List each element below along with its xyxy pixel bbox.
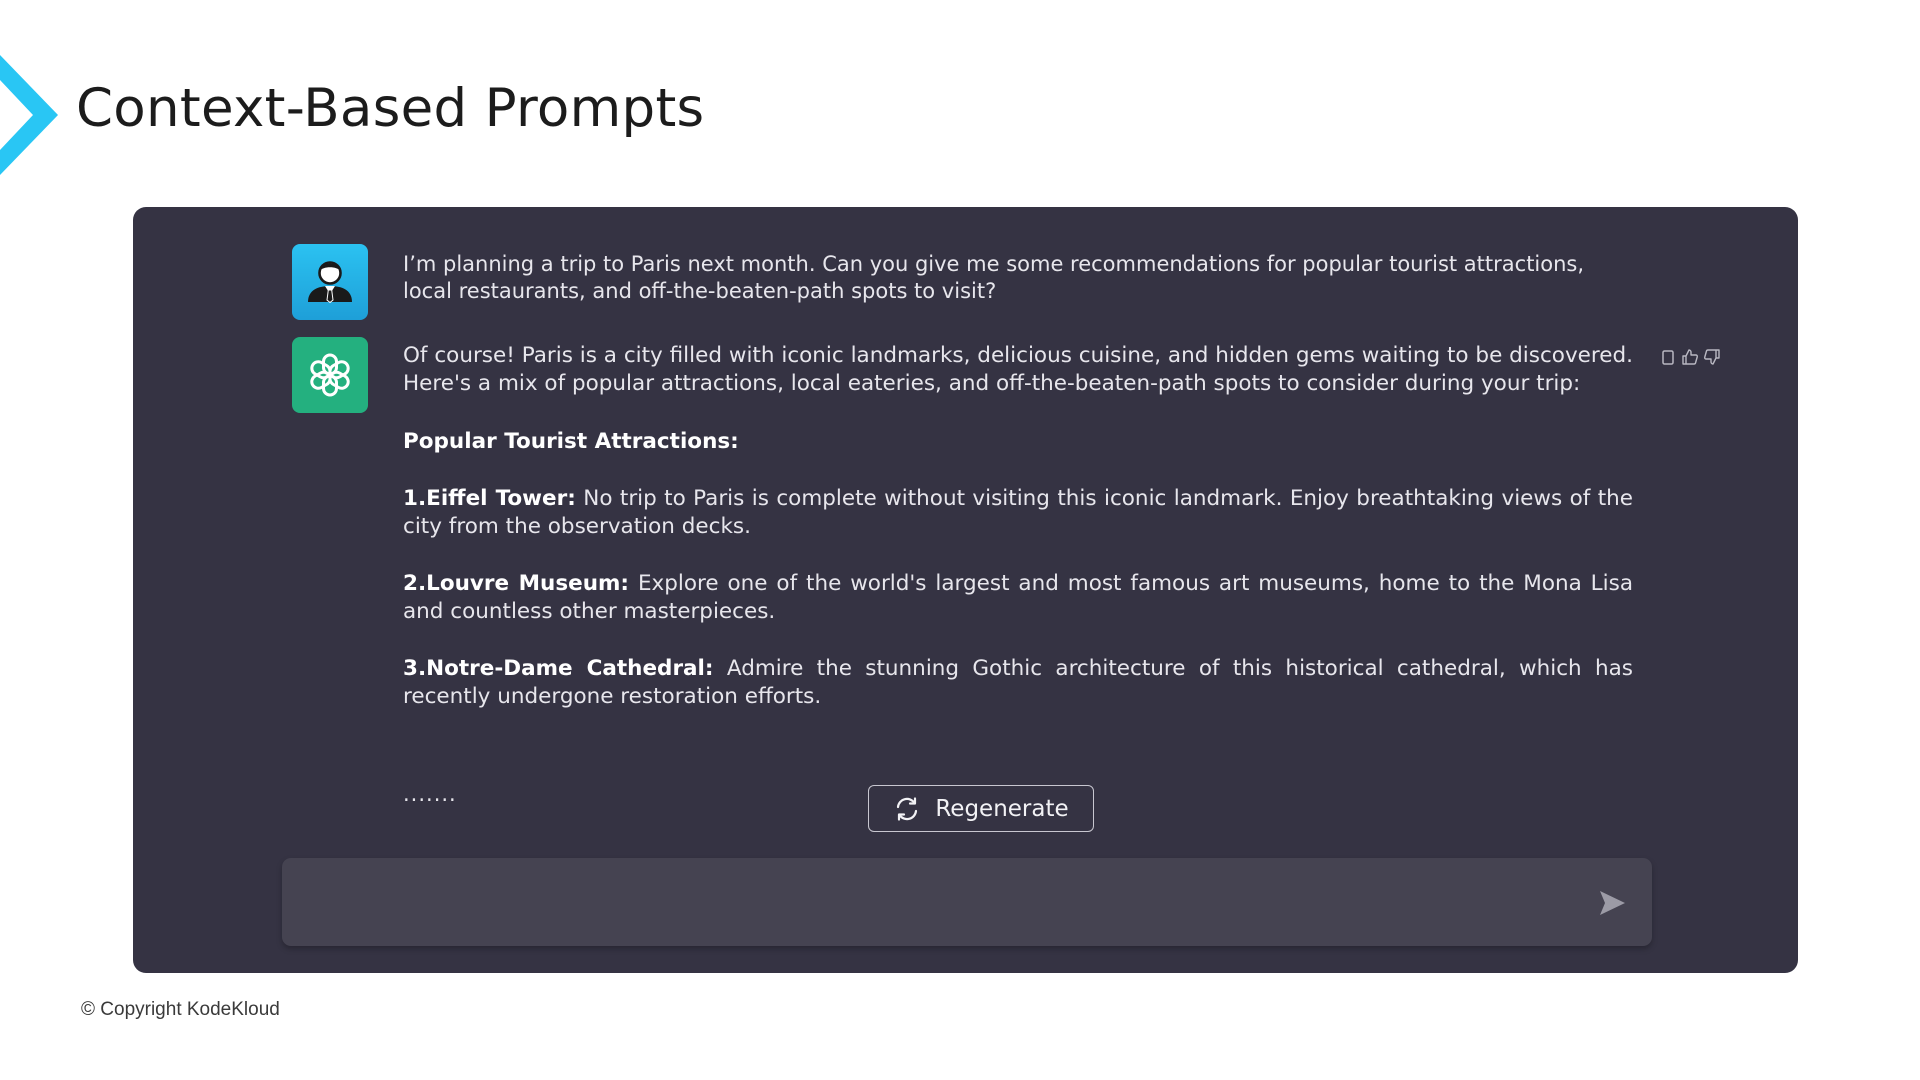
list-item-text: No trip to Paris is complete without vis… — [403, 486, 1634, 539]
slide-chevron-logo — [0, 55, 58, 175]
section-heading: Popular Tourist Attractions: — [403, 429, 739, 454]
feedback-actions — [1658, 347, 1722, 367]
slide-title: Context-Based Prompts — [76, 78, 705, 139]
message-input[interactable] — [302, 858, 1556, 948]
thumbs-up-icon[interactable] — [1680, 347, 1700, 367]
user-avatar — [292, 244, 368, 320]
assistant-message: Of course! Paris is a city filled with i… — [403, 342, 1633, 740]
user-message: I’m planning a trip to Paris next month.… — [403, 252, 1585, 303]
refresh-icon — [897, 796, 918, 821]
message-input-box — [282, 858, 1652, 948]
chat-panel: I’m planning a trip to Paris next month.… — [133, 207, 1798, 973]
regenerate-label: Regenerate — [935, 795, 1069, 822]
assistant-intro-text: Of course! Paris is a city filled with i… — [403, 343, 1633, 396]
list-item: 1.Eiffel Tower: No trip to Paris is comp… — [403, 485, 1633, 541]
thumbs-down-icon[interactable] — [1702, 347, 1722, 367]
regenerate-button[interactable]: Regenerate — [868, 785, 1094, 832]
list-item-title: 3.Notre-Dame Cathedral: — [403, 656, 714, 681]
copy-icon[interactable] — [1658, 347, 1678, 367]
copyright-text: © Copyright KodeKloud — [81, 999, 280, 1020]
openai-logo-icon — [310, 353, 350, 397]
list-item: 3.Notre-Dame Cathedral: Admire the stunn… — [403, 655, 1633, 711]
list-item: 2.Louvre Museum: Explore one of the worl… — [403, 570, 1633, 626]
list-item-title: 2.Louvre Museum: — [403, 571, 630, 596]
truncation-ellipsis: ....... — [403, 782, 457, 806]
list-item-title: 1.Eiffel Tower: — [403, 486, 576, 511]
user-icon — [308, 261, 352, 304]
send-icon[interactable] — [1597, 888, 1627, 918]
assistant-avatar — [292, 337, 368, 413]
